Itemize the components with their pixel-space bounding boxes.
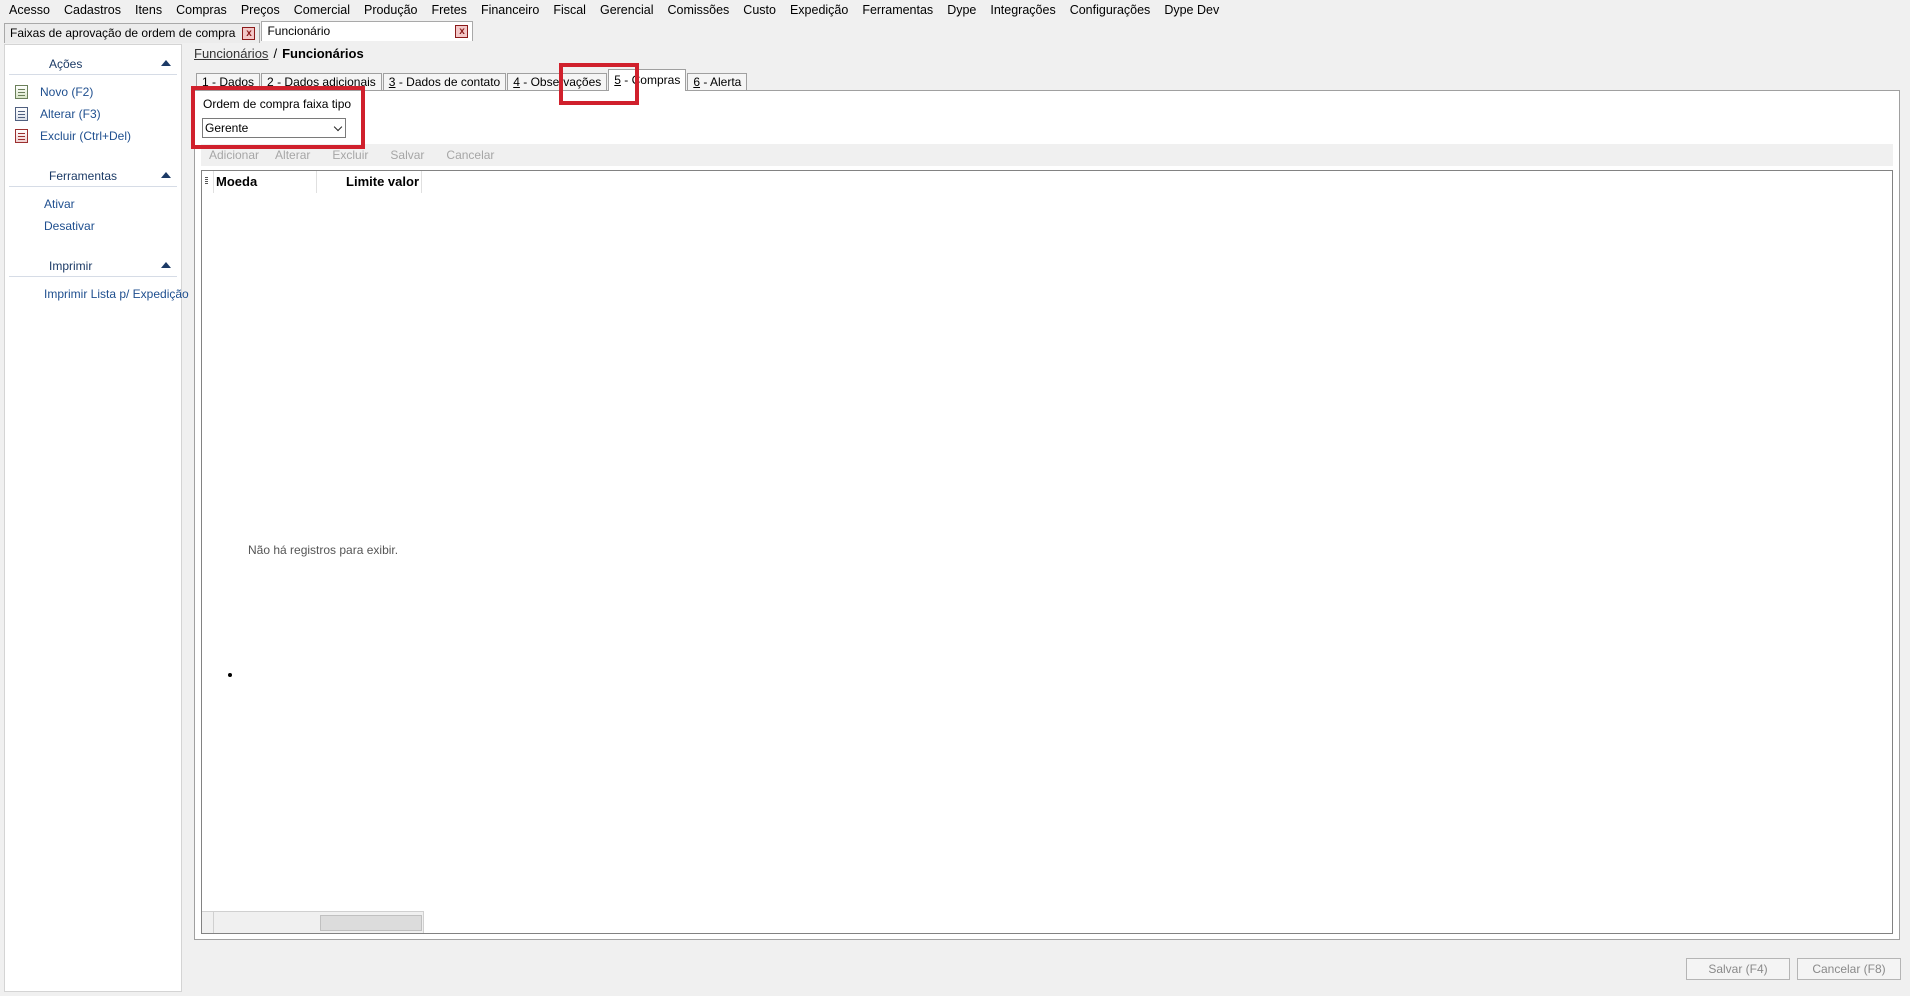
chevron-up-icon[interactable] xyxy=(161,60,171,66)
sidebar-item-desativar[interactable]: Desativar xyxy=(5,215,181,237)
horizontal-scrollbar[interactable] xyxy=(202,911,424,933)
data-grid: Moeda Limite valor Não há registros para… xyxy=(201,170,1893,934)
sidebar-section-acoes: Ações Novo (F2) Alterar (F3) Excluir (Ct… xyxy=(5,53,181,157)
menu-dype[interactable]: Dype xyxy=(940,0,983,20)
tab-number: 5 xyxy=(614,73,621,87)
save-button[interactable]: Salvar (F4) xyxy=(1686,958,1790,980)
doc-tab-label: Funcionário xyxy=(267,24,331,38)
menu-fretes[interactable]: Fretes xyxy=(425,0,474,20)
chevron-down-icon[interactable] xyxy=(333,122,343,132)
menu-comercial[interactable]: Comercial xyxy=(287,0,357,20)
menu-custo[interactable]: Custo xyxy=(736,0,783,20)
doc-tab-label: Faixas de aprovação de ordem de compra xyxy=(10,26,236,40)
chevron-up-icon[interactable] xyxy=(161,172,171,178)
tab-label: - Observações xyxy=(519,75,602,89)
alterar-button[interactable]: Alterar xyxy=(267,148,318,162)
sidebar-header-acoes[interactable]: Ações xyxy=(9,53,177,75)
chevron-up-icon[interactable] xyxy=(161,262,171,268)
scrollbar-thumb[interactable] xyxy=(320,915,422,931)
sidebar-header-label: Ferramentas xyxy=(49,169,118,183)
close-icon[interactable]: x xyxy=(242,27,256,40)
tab-label: - Dados de contato xyxy=(395,75,501,89)
breadcrumb-separator: / xyxy=(273,46,278,61)
doc-tab-faixas[interactable]: Faixas de aprovação de ordem de compra x xyxy=(4,23,261,43)
sidebar: Ações Novo (F2) Alterar (F3) Excluir (Ct… xyxy=(4,44,189,992)
scrollbar-corner xyxy=(202,912,214,933)
sidebar-item-ativar[interactable]: Ativar xyxy=(5,193,181,215)
breadcrumb-current: Funcionários xyxy=(282,46,364,61)
tab-observacoes[interactable]: 4 - Observações xyxy=(507,73,608,91)
sidebar-header-label: Imprimir xyxy=(49,259,93,273)
menu-comissoes[interactable]: Comissões xyxy=(660,0,736,20)
salvar-button[interactable]: Salvar xyxy=(382,148,432,162)
cancel-button[interactable]: Cancelar (F8) xyxy=(1797,958,1901,980)
menu-producao[interactable]: Produção xyxy=(357,0,425,20)
close-icon[interactable]: x xyxy=(455,25,469,38)
tab-label: - Dados xyxy=(208,75,255,89)
tab-dados-adicionais[interactable]: 2 - Dados adicionais xyxy=(261,73,382,91)
edit-document-icon xyxy=(15,107,28,121)
menu-expedicao[interactable]: Expedição xyxy=(783,0,855,20)
sidebar-item-alterar[interactable]: Alterar (F3) xyxy=(5,103,181,125)
tab-label: - Dados adicionais xyxy=(273,75,376,89)
form-tabs: 1 - Dados 2 - Dados adicionais 3 - Dados… xyxy=(196,69,748,91)
menu-precos[interactable]: Preços xyxy=(234,0,287,20)
tab-compras[interactable]: 5 - Compras xyxy=(608,69,687,91)
sidebar-item-excluir[interactable]: Excluir (Ctrl+Del) xyxy=(5,125,181,147)
sidebar-header-label: Ações xyxy=(49,57,83,71)
menu-financeiro[interactable]: Financeiro xyxy=(474,0,546,20)
excluir-button[interactable]: Excluir xyxy=(324,148,376,162)
menu-configuracoes[interactable]: Configurações xyxy=(1063,0,1158,20)
sidebar-item-label: Novo (F2) xyxy=(40,85,94,99)
grid-header: Moeda Limite valor xyxy=(202,171,422,193)
menu-acesso[interactable]: Acesso xyxy=(2,0,57,20)
tab-dados-contato[interactable]: 3 - Dados de contato xyxy=(382,73,507,91)
column-header-limite-valor[interactable]: Limite valor xyxy=(317,171,422,193)
sidebar-section-imprimir: Imprimir Imprimir Lista p/ Expedição xyxy=(5,255,189,315)
tab-number: 6 xyxy=(693,75,700,89)
menu-ferramentas[interactable]: Ferramentas xyxy=(855,0,940,20)
tab-number: 4 xyxy=(513,75,520,89)
sidebar-item-label: Alterar (F3) xyxy=(40,107,101,121)
column-header-moeda[interactable]: Moeda xyxy=(214,171,317,193)
document-tabs: Faixas de aprovação de ordem de compra x… xyxy=(4,21,474,43)
menu-cadastros[interactable]: Cadastros xyxy=(57,0,128,20)
menu-bar: Acesso Cadastros Itens Compras Preços Co… xyxy=(0,0,1910,20)
tab-number: 1 xyxy=(202,75,209,89)
grid-toolbar: Adicionar Alterar Excluir Salvar Cancela… xyxy=(201,144,1893,166)
sidebar-header-imprimir[interactable]: Imprimir xyxy=(9,255,177,277)
delete-document-icon xyxy=(15,129,28,143)
tab-label: - Alerta xyxy=(700,75,742,89)
sidebar-section-ferramentas: Ferramentas Ativar Desativar xyxy=(5,165,181,247)
select-value: Gerente xyxy=(205,121,249,135)
sidebar-item-imprimir-lista[interactable]: Imprimir Lista p/ Expedição xyxy=(5,283,189,305)
bullet-dot xyxy=(228,673,232,677)
menu-dype-dev[interactable]: Dype Dev xyxy=(1157,0,1226,20)
breadcrumb-link-funcionarios[interactable]: Funcionários xyxy=(194,46,268,61)
cancelar-button[interactable]: Cancelar xyxy=(438,148,502,162)
sidebar-item-novo[interactable]: Novo (F2) xyxy=(5,81,181,103)
ordem-compra-faixa-tipo-select[interactable]: Gerente xyxy=(202,118,346,138)
tab-number: 2 xyxy=(267,75,274,89)
sidebar-item-label: Excluir (Ctrl+Del) xyxy=(40,129,132,143)
menu-itens[interactable]: Itens xyxy=(128,0,169,20)
adicionar-button[interactable]: Adicionar xyxy=(201,148,267,162)
sidebar-header-ferramentas[interactable]: Ferramentas xyxy=(9,165,177,187)
tab-alerta[interactable]: 6 - Alerta xyxy=(687,73,748,91)
tab-label: - Compras xyxy=(620,73,681,87)
field-label-ordem-compra-faixa-tipo: Ordem de compra faixa tipo xyxy=(203,97,352,111)
breadcrumb: Funcionários / Funcionários xyxy=(194,46,364,61)
column-chooser-icon[interactable] xyxy=(202,171,214,193)
menu-gerencial[interactable]: Gerencial xyxy=(593,0,661,20)
tab-panel-compras: Ordem de compra faixa tipo Gerente Adici… xyxy=(194,90,1900,940)
menu-compras[interactable]: Compras xyxy=(169,0,234,20)
doc-tab-funcionario[interactable]: Funcionário x xyxy=(261,21,474,41)
new-document-icon xyxy=(15,85,28,99)
tab-dados[interactable]: 1 - Dados xyxy=(196,73,261,91)
menu-fiscal[interactable]: Fiscal xyxy=(546,0,593,20)
empty-grid-message: Não há registros para exibir. xyxy=(248,543,399,557)
menu-integracoes[interactable]: Integrações xyxy=(983,0,1062,20)
